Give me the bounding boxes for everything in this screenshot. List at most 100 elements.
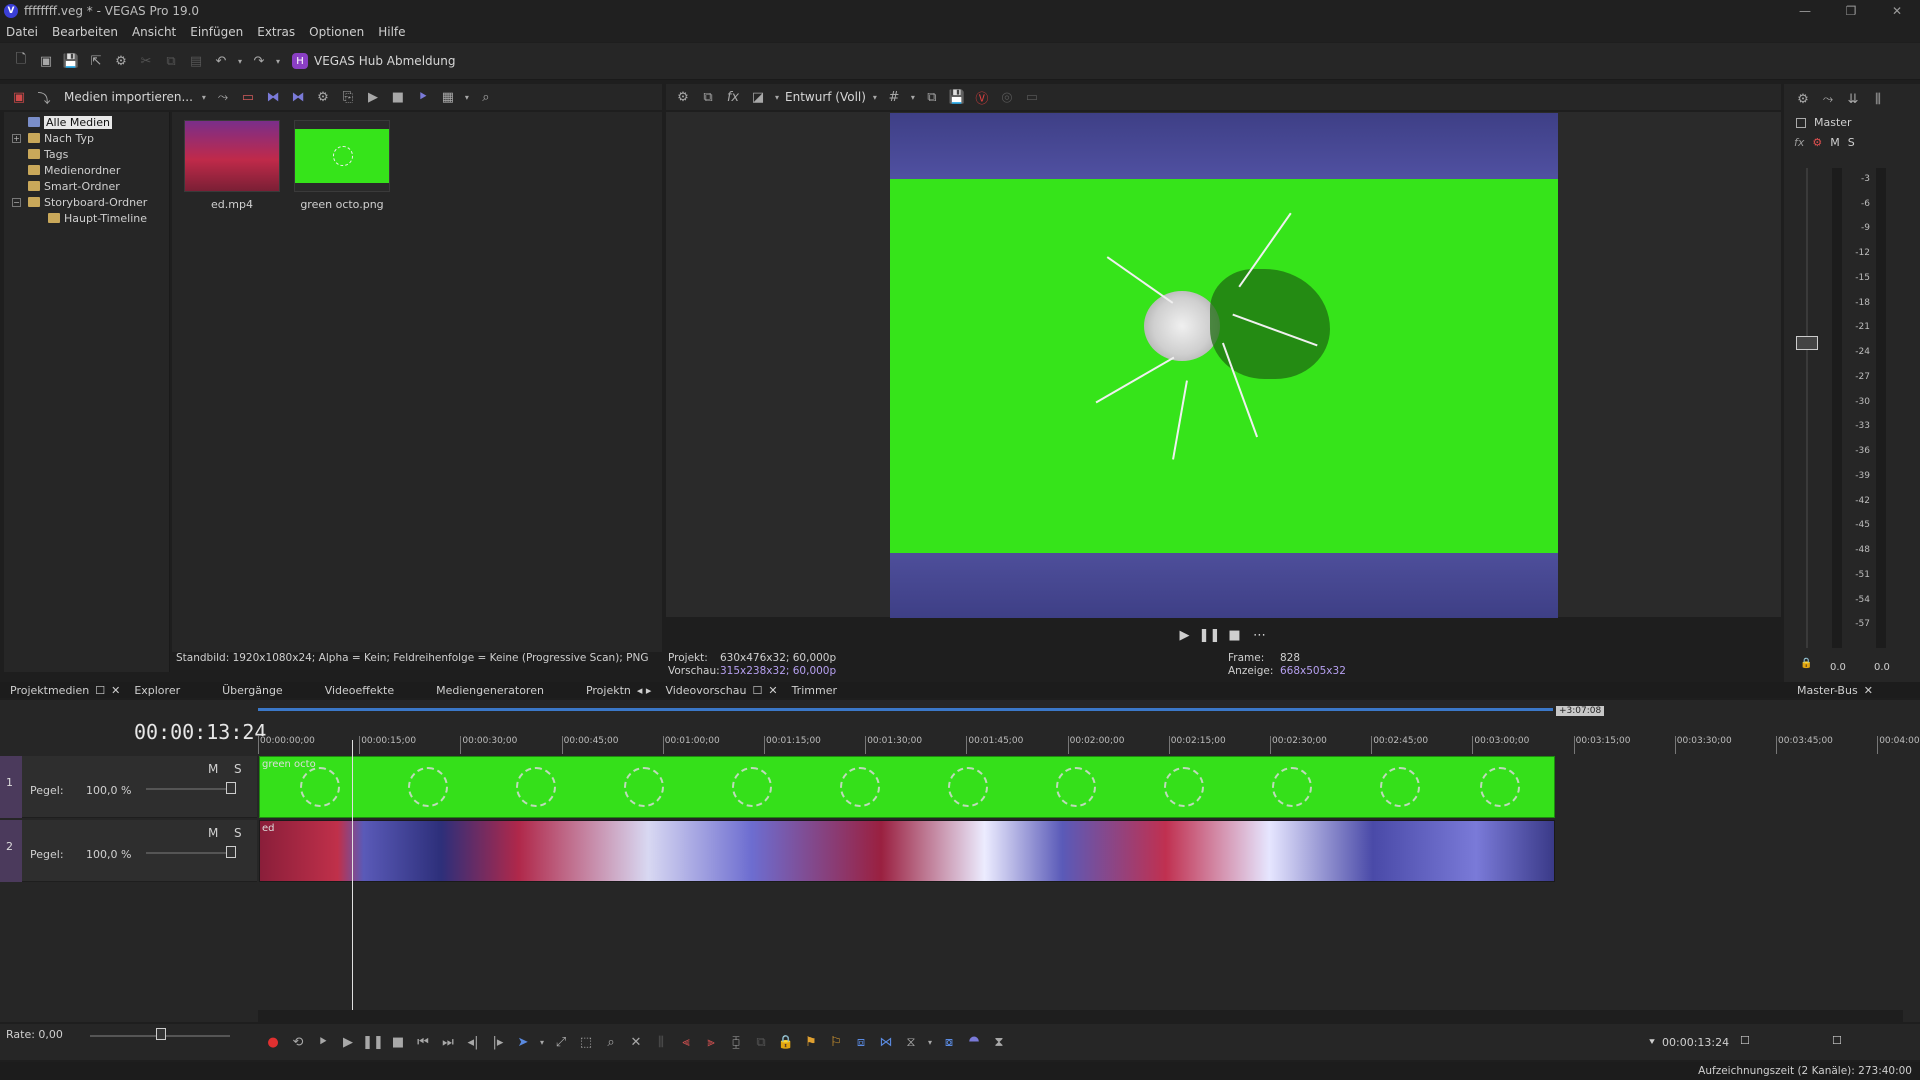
color-icon[interactable]: ◎ bbox=[996, 86, 1018, 108]
paste-icon[interactable]: ▤ bbox=[185, 50, 207, 72]
dim-icon[interactable]: ⇊ bbox=[1842, 88, 1864, 110]
media-thumb-ed[interactable]: ed.mp4 bbox=[184, 120, 280, 211]
tool-dropdown-icon[interactable]: ▾ bbox=[537, 1031, 547, 1053]
media-thumb-green-octo[interactable]: green octo.png bbox=[294, 120, 390, 211]
track-header-2[interactable]: 2 M S Pegel: 100,0 % bbox=[0, 820, 257, 882]
master-effects-icon[interactable]: ⚙ bbox=[1812, 136, 1822, 149]
tab-close-icon[interactable]: ✕ bbox=[111, 684, 120, 697]
overlays-dropdown-icon[interactable]: ▾ bbox=[908, 86, 918, 108]
split-screen-icon[interactable]: ◪ bbox=[747, 86, 769, 108]
new-file-icon[interactable]: 🗋 bbox=[10, 50, 32, 72]
media-icon[interactable]: ▣ bbox=[8, 86, 30, 108]
plugin-chain-icon[interactable]: ⧗ bbox=[988, 1031, 1010, 1053]
plugin-icon[interactable]: ⧓ bbox=[262, 86, 284, 108]
overlays-icon[interactable]: # bbox=[883, 86, 905, 108]
zoom-tool-icon[interactable]: ⌕ bbox=[600, 1031, 622, 1053]
external-monitor-icon[interactable]: ⧉ bbox=[697, 86, 719, 108]
scopes-icon[interactable]: ▭ bbox=[1021, 86, 1043, 108]
vegas-hub-icon[interactable]: H bbox=[292, 53, 308, 69]
loop-icon[interactable]: ⟲ bbox=[287, 1031, 309, 1053]
settings-icon[interactable]: ⚙ bbox=[110, 50, 132, 72]
effects-icon[interactable]: ⎘ bbox=[337, 86, 359, 108]
vegas-hub-label[interactable]: VEGAS Hub Abmeldung bbox=[314, 54, 455, 68]
menu-bearbeiten[interactable]: Bearbeiten bbox=[52, 25, 118, 39]
loop-region[interactable] bbox=[258, 708, 1553, 711]
pegel-slider[interactable] bbox=[146, 852, 236, 854]
render-icon[interactable]: ⇱ bbox=[85, 50, 107, 72]
menu-ansicht[interactable]: Ansicht bbox=[132, 25, 176, 39]
track-mute[interactable]: M bbox=[208, 762, 218, 776]
trim-icon[interactable]: ⫼ bbox=[650, 1031, 672, 1053]
ripple-dropdown-icon[interactable]: ▾ bbox=[925, 1031, 935, 1053]
pegel-knob[interactable] bbox=[226, 846, 236, 858]
tab-pin-icon[interactable]: ☐ bbox=[752, 684, 762, 697]
video-fx-icon[interactable]: fx bbox=[722, 86, 744, 108]
open-folder-icon[interactable]: ▣ bbox=[35, 50, 57, 72]
tab-projektnotizen[interactable]: Projektn bbox=[586, 684, 631, 697]
prev-frame-icon[interactable]: ◂| bbox=[462, 1031, 484, 1053]
preview-quality-dropdown[interactable]: Entwurf (Voll) bbox=[785, 90, 866, 104]
master-fader[interactable] bbox=[1796, 336, 1818, 350]
stop-icon[interactable]: ■ bbox=[1224, 624, 1246, 646]
tab-videovorschau[interactable]: Videovorschau bbox=[665, 684, 746, 697]
tab-master-bus[interactable]: Master-Bus bbox=[1797, 684, 1858, 697]
menu-optionen[interactable]: Optionen bbox=[309, 25, 364, 39]
stop-media-icon[interactable]: ■ bbox=[387, 86, 409, 108]
trim-start-icon[interactable]: ⫷ bbox=[675, 1031, 697, 1053]
snap-icon[interactable]: ⧈ bbox=[850, 1031, 872, 1053]
menu-hilfe[interactable]: Hilfe bbox=[378, 25, 405, 39]
tree-item-storyboard-ordner[interactable]: Storyboard-Ordner bbox=[28, 194, 147, 210]
auto-crossfade-icon[interactable]: ⋈ bbox=[875, 1031, 897, 1053]
selection-tool-icon[interactable]: ⬚ bbox=[575, 1031, 597, 1053]
go-to-start-icon[interactable]: ⏮ bbox=[412, 1031, 434, 1053]
pegel-slider[interactable] bbox=[146, 788, 236, 790]
menu-einfuegen[interactable]: Einfügen bbox=[190, 25, 243, 39]
expand-icon[interactable]: + bbox=[12, 134, 21, 143]
copy-snapshot-icon[interactable]: ⧉ bbox=[921, 86, 943, 108]
stop-icon[interactable]: ■ bbox=[387, 1031, 409, 1053]
track-mute[interactable]: M bbox=[208, 826, 218, 840]
tree-item-medienordner[interactable]: Medienordner bbox=[28, 162, 120, 178]
more-icon[interactable]: ⋯ bbox=[1249, 624, 1271, 646]
master-fx-icon[interactable]: fx bbox=[1794, 136, 1804, 149]
play-media-icon[interactable]: ▶ bbox=[362, 86, 384, 108]
trim-end-icon[interactable]: ⫸ bbox=[700, 1031, 722, 1053]
tree-item-tags[interactable]: Tags bbox=[28, 146, 68, 162]
timeline-ruler[interactable]: 00:00:00;00 00:00:15;00 00:00:30;00 00:00:4… bbox=[258, 736, 1920, 754]
tab-projektmedien[interactable]: Projektmedien bbox=[10, 684, 89, 697]
playhead[interactable] bbox=[352, 740, 353, 1010]
tab-pin-icon[interactable]: ☐ bbox=[95, 684, 105, 697]
timeline-scrollbar[interactable] bbox=[258, 1010, 1903, 1022]
cut-icon[interactable]: ✂ bbox=[135, 50, 157, 72]
tree-item-smart-ordner[interactable]: Smart-Ordner bbox=[28, 178, 120, 194]
menu-datei[interactable]: Datei bbox=[6, 25, 38, 39]
region-icon[interactable]: ⚐ bbox=[825, 1031, 847, 1053]
envelope-tool-icon[interactable]: ⤢ bbox=[550, 1031, 572, 1053]
marker-icon[interactable]: ⚑ bbox=[800, 1031, 822, 1053]
rate-knob[interactable] bbox=[156, 1028, 166, 1040]
tab-trimmer[interactable]: Trimmer bbox=[792, 684, 837, 697]
redo-icon[interactable]: ↷ bbox=[248, 50, 270, 72]
delete-icon[interactable]: ✕ bbox=[625, 1031, 647, 1053]
quality-dropdown-icon[interactable]: ▾ bbox=[870, 86, 880, 108]
track-solo[interactable]: S bbox=[234, 762, 242, 776]
next-frame-icon[interactable]: |▸ bbox=[487, 1031, 509, 1053]
minimize-icon[interactable]: — bbox=[1782, 0, 1828, 22]
pause-icon[interactable]: ❚❚ bbox=[1199, 624, 1221, 646]
lock-icon[interactable]: 🔒 bbox=[1800, 658, 1812, 669]
master-solo[interactable]: S bbox=[1848, 136, 1855, 149]
split-dropdown-icon[interactable]: ▾ bbox=[772, 86, 782, 108]
media-properties-icon[interactable]: ⚙ bbox=[312, 86, 334, 108]
close-icon[interactable]: ✕ bbox=[1874, 0, 1920, 22]
preview-settings-icon[interactable]: ⚙ bbox=[672, 86, 694, 108]
play-icon[interactable]: ▶ bbox=[337, 1031, 359, 1053]
pegel-knob[interactable] bbox=[226, 782, 236, 794]
tree-item-haupt-timeline[interactable]: Haupt-Timeline bbox=[48, 210, 147, 226]
restore-icon[interactable]: ❐ bbox=[1828, 0, 1874, 22]
group-icon[interactable]: ⧉ bbox=[750, 1031, 772, 1053]
tab-close-icon[interactable]: ✕ bbox=[1864, 684, 1873, 697]
tab-videoeffekte[interactable]: Videoeffekte bbox=[325, 684, 394, 697]
undo-icon[interactable]: ↶ bbox=[210, 50, 232, 72]
ripple-icon[interactable]: ⧖ bbox=[900, 1031, 922, 1053]
tab-uebergaenge[interactable]: Übergänge bbox=[222, 684, 283, 697]
